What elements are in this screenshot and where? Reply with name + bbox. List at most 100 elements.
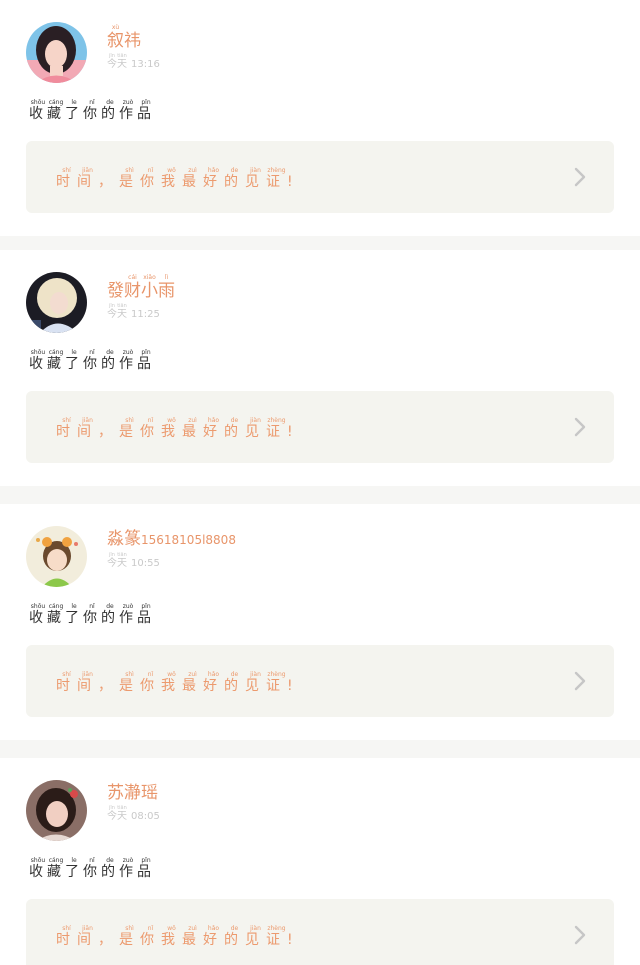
collection-notification-card: 發财cái小xiǎo雨lì 今jīn天tiān11:25 收shōu藏cáng了le…: [0, 250, 640, 486]
chevron-right-icon[interactable]: [570, 670, 590, 692]
work-preview-link[interactable]: 时shí间jiān，是shì你nǐ我wǒ最zuì好hǎo的de见jiàn证zhè…: [26, 141, 614, 213]
username-char: 淼: [107, 529, 124, 549]
action-char: 你nǐ: [83, 857, 101, 881]
quote-char: 时shí: [56, 167, 77, 191]
collection-notification-feed: 叙xù祎 今jīn天tiān13:16 收shōu藏cáng了le你nǐ的de作zu…: [0, 0, 640, 965]
quote-char: ，: [98, 174, 119, 190]
action-char: 你nǐ: [83, 603, 101, 627]
quote-char: 最zuì: [182, 925, 203, 949]
username[interactable]: 淼篆15618105l8808: [107, 528, 236, 551]
collection-notification-card: 淼篆15618105l8808 今jīn天tiān10:55 收shōu藏cáng了…: [0, 504, 640, 740]
quote-char: 你nǐ: [140, 671, 161, 695]
blonde-woman-avatar[interactable]: [26, 272, 87, 333]
chevron-right-icon[interactable]: [570, 166, 590, 188]
quote-char: 见jiàn: [245, 417, 266, 441]
username-suffix: 15618105l8808: [141, 533, 236, 547]
action-text: 收shōu藏cáng了le你nǐ的de作zuò品pǐn: [29, 857, 155, 882]
user-info: 叙xù祎 今jīn天tiān 13:16: [107, 24, 160, 72]
action-text: 收shōu藏cáng了le你nǐ的de作zuò品pǐn: [29, 99, 155, 124]
user-info: 發财cái小xiǎo雨lì 今jīn天tiān11:25: [107, 274, 175, 322]
quote-char: 证zhèng: [266, 671, 287, 695]
cartoon-girl-avatar[interactable]: [26, 526, 87, 587]
day-char: 天tiān: [117, 805, 127, 823]
action-char: 了le: [65, 349, 83, 373]
quote-char: 是shì: [119, 417, 140, 441]
username-char: 叙xù: [107, 24, 124, 52]
quote-char: 时shí: [56, 417, 77, 441]
chevron-right-icon[interactable]: [570, 416, 590, 438]
quote-char: 的de: [224, 925, 245, 949]
action-char: 了le: [65, 603, 83, 627]
quote-char: 证zhèng: [266, 167, 287, 191]
action-char: 收shōu: [29, 99, 47, 123]
quote-char: ，: [98, 678, 119, 694]
user-info: 苏瀞瑶 今jīn天tiān 08:05: [107, 782, 160, 824]
quote-char: 是shì: [119, 925, 140, 949]
quote-char: !: [287, 932, 300, 948]
action-char: 你nǐ: [83, 349, 101, 373]
quote-char: 时shí: [56, 671, 77, 695]
post-timestamp: 今jīn天tiān 08:05: [107, 805, 160, 824]
username-char: 篆: [124, 529, 141, 549]
action-char: 的de: [101, 349, 119, 373]
quote-char: 是shì: [119, 671, 140, 695]
day-char: 今jīn: [107, 805, 117, 823]
woman-with-dark-hair-avatar[interactable]: [26, 22, 87, 83]
quote-char: 证zhèng: [266, 417, 287, 441]
username-char: 瑶: [141, 783, 158, 803]
action-char: 的de: [101, 603, 119, 627]
chevron-right-icon[interactable]: [570, 924, 590, 946]
quote-char: 间jiān: [77, 417, 98, 441]
username[interactable]: 苏瀞瑶: [107, 782, 160, 804]
action-char: 作zuò: [119, 349, 137, 373]
work-preview-link[interactable]: 时shí间jiān，是shì你nǐ我wǒ最zuì好hǎo的de见jiàn证zhè…: [26, 391, 614, 463]
woman-portrait-avatar[interactable]: [26, 780, 87, 841]
username[interactable]: 發财cái小xiǎo雨lì: [107, 274, 175, 302]
quote-char: 好hǎo: [203, 671, 224, 695]
action-char: 的de: [101, 857, 119, 881]
collection-notification-card: 苏瀞瑶 今jīn天tiān 08:05 收shōu藏cáng了le你nǐ的de作zuò…: [0, 758, 640, 965]
action-char: 作zuò: [119, 99, 137, 123]
post-timestamp: 今jīn天tiān 10:55: [107, 552, 236, 571]
time-label: 10:55: [131, 558, 160, 569]
username-char: 瀞: [124, 783, 141, 803]
action-char: 收shōu: [29, 603, 47, 627]
quote-char: 的de: [224, 417, 245, 441]
quote-char: 见jiàn: [245, 925, 266, 949]
quote-char: 你nǐ: [140, 925, 161, 949]
day-char: 今jīn: [107, 53, 117, 71]
quote-char: 最zuì: [182, 671, 203, 695]
work-preview-link[interactable]: 时shí间jiān，是shì你nǐ我wǒ最zuì好hǎo的de见jiàn证zhè…: [26, 899, 614, 965]
user-info: 淼篆15618105l8808 今jīn天tiān10:55: [107, 528, 236, 571]
quote-char: 间jiān: [77, 671, 98, 695]
quote-char: 好hǎo: [203, 167, 224, 191]
username-char: 小xiǎo: [141, 274, 158, 302]
username-char: 雨lì: [158, 274, 175, 302]
action-char: 作zuò: [119, 603, 137, 627]
post-timestamp: 今jīn天tiān 11:25: [107, 303, 175, 322]
quote-char: 你nǐ: [140, 167, 161, 191]
quote-char: 好hǎo: [203, 925, 224, 949]
quote-char: 最zuì: [182, 167, 203, 191]
quote-char: 见jiàn: [245, 671, 266, 695]
action-char: 藏cáng: [47, 349, 65, 373]
quote-char: 我wǒ: [161, 925, 182, 949]
action-text: 收shōu藏cáng了le你nǐ的de作zuò品pǐn: [29, 349, 155, 374]
quote-char: 间jiān: [77, 925, 98, 949]
username[interactable]: 叙xù祎: [107, 24, 160, 52]
work-preview-link[interactable]: 时shí间jiān，是shì你nǐ我wǒ最zuì好hǎo的de见jiàn证zhè…: [26, 645, 614, 717]
quote-char: 见jiàn: [245, 167, 266, 191]
quote-char: !: [287, 424, 300, 440]
username-char: 祎: [124, 31, 141, 51]
action-char: 品pǐn: [137, 603, 155, 627]
quote-char: 的de: [224, 671, 245, 695]
quote-char: 时shí: [56, 925, 77, 949]
action-char: 藏cáng: [47, 603, 65, 627]
time-label: 11:25: [131, 309, 160, 320]
action-char: 了le: [65, 99, 83, 123]
quote-char: 好hǎo: [203, 417, 224, 441]
time-label: 08:05: [131, 811, 160, 822]
day-char: 今jīn: [107, 552, 117, 570]
quote-char: 是shì: [119, 167, 140, 191]
quote-char: 我wǒ: [161, 417, 182, 441]
